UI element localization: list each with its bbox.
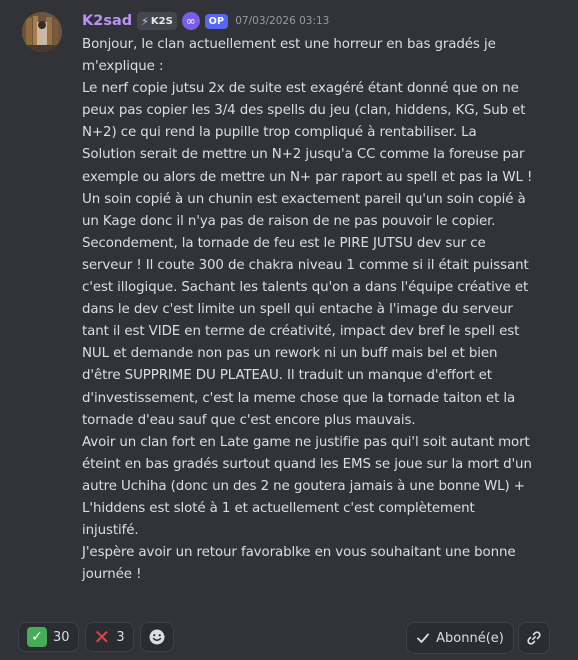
link-icon bbox=[527, 631, 541, 645]
add-reaction-button[interactable] bbox=[139, 622, 174, 652]
message-content: Bonjour, le clan actuellement est une ho… bbox=[82, 34, 534, 586]
follow-label: Abonné(e) bbox=[436, 630, 504, 646]
message-paragraph: Le nerf copie jutsu 2x de suite est exag… bbox=[82, 81, 533, 229]
timestamp: 07/03/2026 03:13 bbox=[235, 15, 330, 27]
avatar[interactable] bbox=[22, 12, 62, 52]
op-badge: OP bbox=[204, 13, 229, 29]
copy-link-button[interactable] bbox=[518, 622, 550, 654]
smiley-icon bbox=[149, 629, 165, 645]
reactions-bar: ✓ 30 ✕ 3 bbox=[18, 622, 174, 652]
follow-button[interactable]: Abonné(e) bbox=[406, 622, 514, 654]
clan-tag[interactable]: ⚡ K2S bbox=[137, 12, 177, 30]
clan-tag-label: K2S bbox=[150, 15, 173, 27]
username[interactable]: K2sad bbox=[82, 13, 132, 29]
message-paragraph: Avoir un clan fort en Late game ne justi… bbox=[82, 434, 532, 539]
message-paragraph: Bonjour, le clan actuellement est une ho… bbox=[82, 37, 496, 75]
cross-mark-icon: ✕ bbox=[93, 625, 111, 649]
reaction-check[interactable]: ✓ 30 bbox=[18, 622, 79, 652]
reaction-count: 30 bbox=[53, 629, 70, 645]
message-header: K2sad ⚡ K2S ∞ OP 07/03/2026 03:13 bbox=[82, 10, 329, 32]
message-paragraph: J'espère avoir un retour favorablke en v… bbox=[82, 545, 516, 583]
lightning-icon: ⚡ bbox=[141, 14, 149, 28]
forum-message: K2sad ⚡ K2S ∞ OP 07/03/2026 03:13 Bonjou… bbox=[0, 0, 578, 660]
message-paragraph: Secondement, la tornade de feu est le PI… bbox=[82, 235, 529, 428]
reaction-count: 3 bbox=[116, 629, 125, 645]
check-mark-icon: ✓ bbox=[27, 627, 47, 647]
nitro-infinity-icon[interactable]: ∞ bbox=[181, 12, 200, 30]
reaction-cross[interactable]: ✕ 3 bbox=[84, 622, 134, 652]
checkmark-icon bbox=[417, 633, 430, 643]
